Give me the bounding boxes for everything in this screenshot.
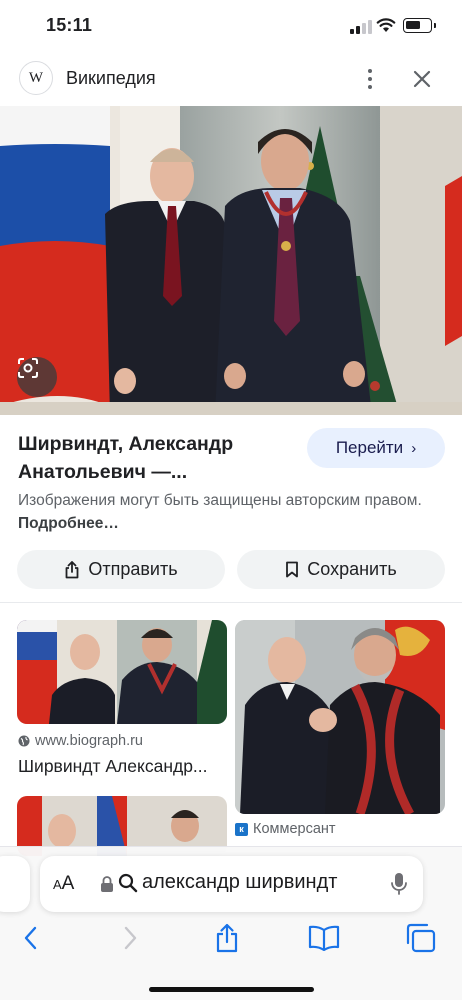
back-icon (24, 926, 37, 950)
share-button-label: Отправить (88, 559, 178, 579)
share-icon (216, 923, 238, 953)
browser-share-button[interactable] (210, 921, 244, 955)
battery-icon (403, 18, 436, 33)
back-button[interactable] (14, 921, 48, 955)
tabs-icon (406, 923, 436, 953)
tabs-button[interactable] (404, 921, 438, 955)
close-icon[interactable] (410, 67, 434, 91)
mic-icon[interactable] (390, 872, 408, 896)
related-image-2[interactable] (235, 620, 445, 814)
result-title[interactable]: Ширвиндт, Александр Анатольевич —... (18, 430, 293, 486)
bookmarks-icon (308, 925, 340, 951)
go-button-label: Перейти (335, 438, 404, 457)
share-icon (65, 560, 79, 578)
share-button[interactable]: Отправить (17, 550, 225, 589)
chevron-right-icon: › (411, 439, 417, 457)
bookmarks-button[interactable] (307, 921, 341, 955)
previous-tab-preview[interactable] (0, 856, 30, 912)
related-source-2[interactable]: к Коммерсант (235, 821, 336, 837)
google-lens-button[interactable] (17, 357, 57, 397)
forward-button[interactable] (113, 921, 147, 955)
google-lens-icon (18, 358, 38, 378)
related-photo-1 (17, 620, 227, 724)
go-to-site-button[interactable]: Перейти › (307, 428, 445, 468)
related-photo-2 (235, 620, 445, 814)
text-size-button[interactable]: AA (53, 873, 74, 895)
status-time: 15:11 (46, 15, 93, 35)
bookmark-icon (286, 561, 299, 578)
status-bar: 15:11 (0, 0, 462, 52)
section-divider (0, 602, 462, 603)
home-indicator[interactable] (149, 987, 314, 992)
related-source-1[interactable]: www.biograph.ru (18, 733, 143, 749)
related-title-1[interactable]: Ширвиндт Александр... (18, 756, 223, 777)
forward-icon (124, 926, 137, 950)
search-query[interactable]: александр ширвиндт (142, 871, 417, 894)
lens-result-header: W Википедия (0, 52, 462, 106)
address-bar[interactable]: AA александр ширвиндт (40, 856, 423, 912)
copyright-text: Изображения могут быть защищены авторски… (18, 492, 422, 509)
related-source-1-label: www.biograph.ru (35, 733, 143, 749)
save-button[interactable]: Сохранить (237, 550, 445, 589)
kommersant-icon: к (235, 822, 248, 836)
related-source-2-label: Коммерсант (253, 821, 336, 837)
more-vert-icon[interactable] (360, 66, 380, 92)
learn-more-link[interactable]: Подробнее… (18, 515, 119, 532)
browser-bottom-bar: AA александр ширвиндт (0, 846, 462, 1000)
cellular-signal-icon (350, 20, 372, 34)
wikipedia-logo[interactable]: W (19, 61, 53, 95)
copyright-notice: Изображения могут быть защищены авторски… (18, 489, 438, 535)
lock-icon (101, 876, 113, 892)
related-image-1[interactable] (17, 620, 227, 724)
wifi-icon (376, 18, 396, 32)
site-name[interactable]: Википедия (66, 68, 156, 89)
search-icon (118, 873, 138, 893)
browser-toolbar (0, 921, 462, 961)
globe-icon (18, 735, 30, 747)
result-image[interactable] (0, 106, 462, 415)
save-button-label: Сохранить (307, 559, 397, 579)
photo-two-men-award-ceremony (0, 106, 462, 415)
